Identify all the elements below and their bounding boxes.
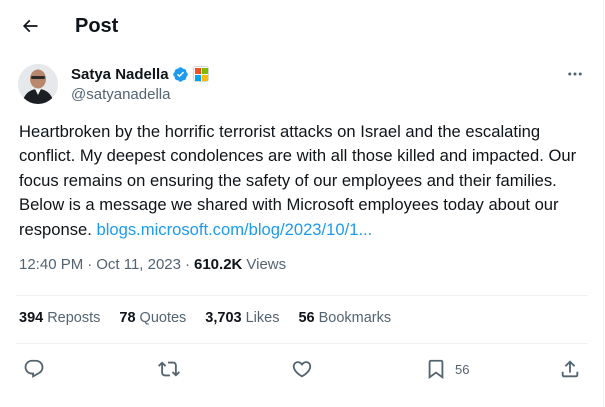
quotes-count: 78 [119, 310, 136, 326]
share-icon [561, 360, 579, 378]
affiliation-badge-icon[interactable] [192, 66, 209, 82]
reposts-label: Reposts [47, 310, 101, 326]
share-button[interactable] [559, 356, 581, 382]
meta-separator: · [185, 256, 190, 273]
post-meta: 12:40 PM · Oct 11, 2023 · 610.2K Views [19, 256, 286, 273]
bookmarks-label: Bookmarks [318, 310, 392, 326]
reposts-stat[interactable]: 394 Reposts [19, 310, 100, 326]
page-title: Post [75, 15, 119, 37]
reply-button[interactable] [23, 356, 45, 382]
more-icon [568, 72, 582, 76]
repost-icon [158, 361, 180, 377]
post-link[interactable]: blogs.microsoft.com/blog/2023/10/1... [96, 220, 372, 239]
author-name-row: Satya Nadella [71, 64, 209, 84]
post-stats: 394 Reposts 78 Quotes 3,703 Likes 56 Bookmar… [19, 310, 410, 326]
views-label: Views [246, 256, 287, 273]
repost-button[interactable] [158, 356, 180, 382]
post-header: Post [0, 0, 604, 53]
back-arrow-icon [22, 19, 38, 33]
bookmarks-stat[interactable]: 56 Bookmarks [298, 310, 391, 326]
verified-badge-icon[interactable] [172, 66, 189, 83]
avatar[interactable] [18, 64, 58, 104]
quotes-label: Quotes [139, 310, 187, 326]
back-button[interactable] [14, 10, 46, 42]
likes-label: Likes [245, 310, 280, 326]
meta-separator: · [87, 256, 93, 273]
more-options-button[interactable] [562, 64, 588, 84]
author-name[interactable]: Satya Nadella [71, 66, 169, 83]
likes-count: 3,703 [205, 310, 242, 326]
quotes-stat[interactable]: 78 Quotes [119, 310, 186, 326]
bookmark-icon [428, 359, 444, 380]
like-button[interactable] [291, 356, 313, 382]
likes-stat[interactable]: 3,703 Likes [205, 310, 279, 326]
bookmarks-count: 56 [298, 310, 315, 326]
post-date[interactable]: Oct 11, 2023 [96, 256, 181, 273]
author-handle[interactable]: @satyanadella [71, 86, 170, 103]
like-icon [292, 361, 312, 378]
bookmark-button[interactable]: 56 [425, 356, 469, 382]
divider [16, 343, 588, 344]
reposts-count: 394 [19, 310, 44, 326]
post-view: Post Satya Nadella @satyanadella Heartbr… [0, 0, 604, 407]
views-count: 610.2K [194, 256, 243, 273]
post-text: Heartbroken by the horrific terrorist at… [19, 120, 591, 242]
divider [16, 295, 588, 296]
reply-icon [24, 359, 44, 378]
post-time[interactable]: 12:40 PM [19, 256, 83, 273]
avatar-image [18, 64, 58, 104]
bookmark-count: 56 [455, 361, 470, 377]
